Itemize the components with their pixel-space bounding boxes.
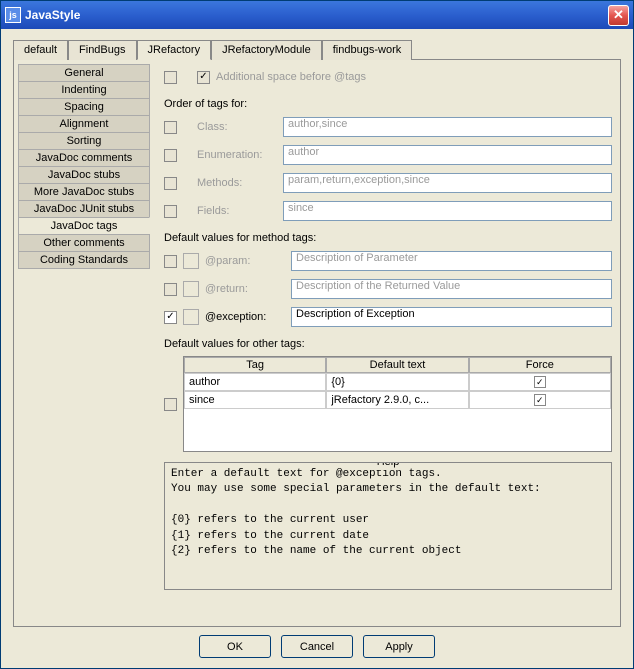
cell-force[interactable] — [469, 391, 611, 409]
default-param-label: @param: — [205, 255, 285, 267]
button-bar: OK Cancel Apply — [13, 627, 621, 660]
sidebar-item-javadoc-tags[interactable]: JavaDoc tags — [18, 217, 150, 235]
sidebar-item-indenting[interactable]: Indenting — [18, 81, 150, 99]
table-row[interactable]: since jRefactory 2.9.0, c... — [184, 391, 611, 409]
order-enum-checkbox[interactable] — [164, 149, 177, 162]
close-button[interactable]: ✕ — [608, 5, 629, 26]
force-checkbox[interactable] — [534, 394, 546, 406]
sidebar-item-sorting[interactable]: Sorting — [18, 132, 150, 150]
order-enum-input[interactable]: author — [283, 145, 612, 165]
ok-button[interactable]: OK — [199, 635, 271, 658]
table-row[interactable]: author {0} — [184, 373, 611, 391]
other-defaults-table: Tag Default text Force author {0} since … — [183, 356, 612, 452]
app-icon: js — [5, 7, 21, 23]
order-fields-label: Fields: — [197, 205, 277, 217]
cell-tag[interactable]: author — [184, 373, 326, 391]
order-class-label: Class: — [197, 121, 277, 133]
sidebar-item-spacing[interactable]: Spacing — [18, 98, 150, 116]
tab-jrefactorymodule[interactable]: JRefactoryModule — [211, 40, 322, 60]
window-title: JavaStyle — [25, 8, 608, 22]
sidebar-item-more-javadoc-stubs[interactable]: More JavaDoc stubs — [18, 183, 150, 201]
sidebar: General Indenting Spacing Alignment Sort… — [18, 64, 150, 618]
order-enum-row: Enumeration: author — [164, 144, 612, 166]
default-param-color[interactable] — [183, 253, 199, 269]
additional-space-checkbox — [197, 71, 210, 84]
order-methods-row: Methods: param,return,exception,since — [164, 172, 612, 194]
order-section-title: Order of tags for: — [164, 98, 612, 110]
tab-jrefactory[interactable]: JRefactory — [137, 40, 212, 60]
cell-text[interactable]: {0} — [326, 373, 468, 391]
help-line: {2} refers to the name of the current ob… — [171, 544, 605, 559]
help-line: {0} refers to the current user — [171, 513, 605, 528]
order-class-row: Class: author,since — [164, 116, 612, 138]
cell-force[interactable] — [469, 373, 611, 391]
sidebar-item-javadoc-stubs[interactable]: JavaDoc stubs — [18, 166, 150, 184]
default-return-color[interactable] — [183, 281, 199, 297]
content-area: default FindBugs JRefactory JRefactoryMo… — [1, 29, 633, 668]
sidebar-item-coding-standards[interactable]: Coding Standards — [18, 251, 150, 269]
help-line: You may use some special parameters in t… — [171, 482, 605, 497]
apply-button[interactable]: Apply — [363, 635, 435, 658]
sidebar-item-alignment[interactable]: Alignment — [18, 115, 150, 133]
default-return-row: @return: Description of the Returned Val… — [164, 278, 612, 300]
help-line — [171, 498, 605, 513]
main-panel: Additional space before @tags Order of t… — [150, 60, 620, 618]
help-box: Help Enter a default text for @exception… — [164, 462, 612, 590]
default-exception-label: @exception: — [205, 311, 285, 323]
tab-findbugs[interactable]: FindBugs — [68, 40, 136, 60]
order-methods-input[interactable]: param,return,exception,since — [283, 173, 612, 193]
other-defaults-title: Default values for other tags: — [164, 338, 612, 350]
th-force[interactable]: Force — [469, 357, 611, 373]
order-fields-input[interactable]: since — [283, 201, 612, 221]
sidebar-item-javadoc-comments[interactable]: JavaDoc comments — [18, 149, 150, 167]
default-param-checkbox[interactable] — [164, 255, 177, 268]
sidebar-item-other-comments[interactable]: Other comments — [18, 234, 150, 252]
order-fields-row: Fields: since — [164, 200, 612, 222]
sidebar-item-general[interactable]: General — [18, 64, 150, 82]
default-exception-checkbox[interactable] — [164, 311, 177, 324]
default-return-input[interactable]: Description of the Returned Value — [291, 279, 612, 299]
tab-bar: default FindBugs JRefactory JRefactoryMo… — [13, 39, 621, 59]
titlebar: js JavaStyle ✕ — [1, 1, 633, 29]
default-return-label: @return: — [205, 283, 285, 295]
help-title: Help — [373, 462, 404, 470]
tab-default[interactable]: default — [13, 40, 68, 60]
th-tag[interactable]: Tag — [184, 357, 326, 373]
other-defaults-enable-checkbox[interactable] — [164, 398, 177, 411]
table-header: Tag Default text Force — [184, 357, 611, 373]
method-defaults-title: Default values for method tags: — [164, 232, 612, 244]
default-return-checkbox[interactable] — [164, 283, 177, 296]
tab-findbugs-work[interactable]: findbugs-work — [322, 40, 412, 60]
help-line: {1} refers to the current date — [171, 529, 605, 544]
cell-text[interactable]: jRefactory 2.9.0, c... — [326, 391, 468, 409]
cell-tag[interactable]: since — [184, 391, 326, 409]
additional-space-enable-checkbox[interactable] — [164, 71, 177, 84]
default-param-row: @param: Description of Parameter — [164, 250, 612, 272]
order-methods-label: Methods: — [197, 177, 277, 189]
default-exception-row: @exception: Description of Exception — [164, 306, 612, 328]
window: js JavaStyle ✕ default FindBugs JRefacto… — [0, 0, 634, 669]
order-class-checkbox[interactable] — [164, 121, 177, 134]
order-class-input[interactable]: author,since — [283, 117, 612, 137]
additional-space-row: Additional space before @tags — [164, 66, 612, 88]
tab-panel: General Indenting Spacing Alignment Sort… — [13, 59, 621, 627]
cancel-button[interactable]: Cancel — [281, 635, 353, 658]
default-param-input[interactable]: Description of Parameter — [291, 251, 612, 271]
default-exception-input[interactable]: Description of Exception — [291, 307, 612, 327]
order-enum-label: Enumeration: — [197, 149, 277, 161]
additional-space-label: Additional space before @tags — [216, 71, 366, 83]
sidebar-item-javadoc-junit-stubs[interactable]: JavaDoc JUnit stubs — [18, 200, 150, 218]
default-exception-color[interactable] — [183, 309, 199, 325]
force-checkbox[interactable] — [534, 376, 546, 388]
order-fields-checkbox[interactable] — [164, 205, 177, 218]
th-default-text[interactable]: Default text — [326, 357, 468, 373]
order-methods-checkbox[interactable] — [164, 177, 177, 190]
